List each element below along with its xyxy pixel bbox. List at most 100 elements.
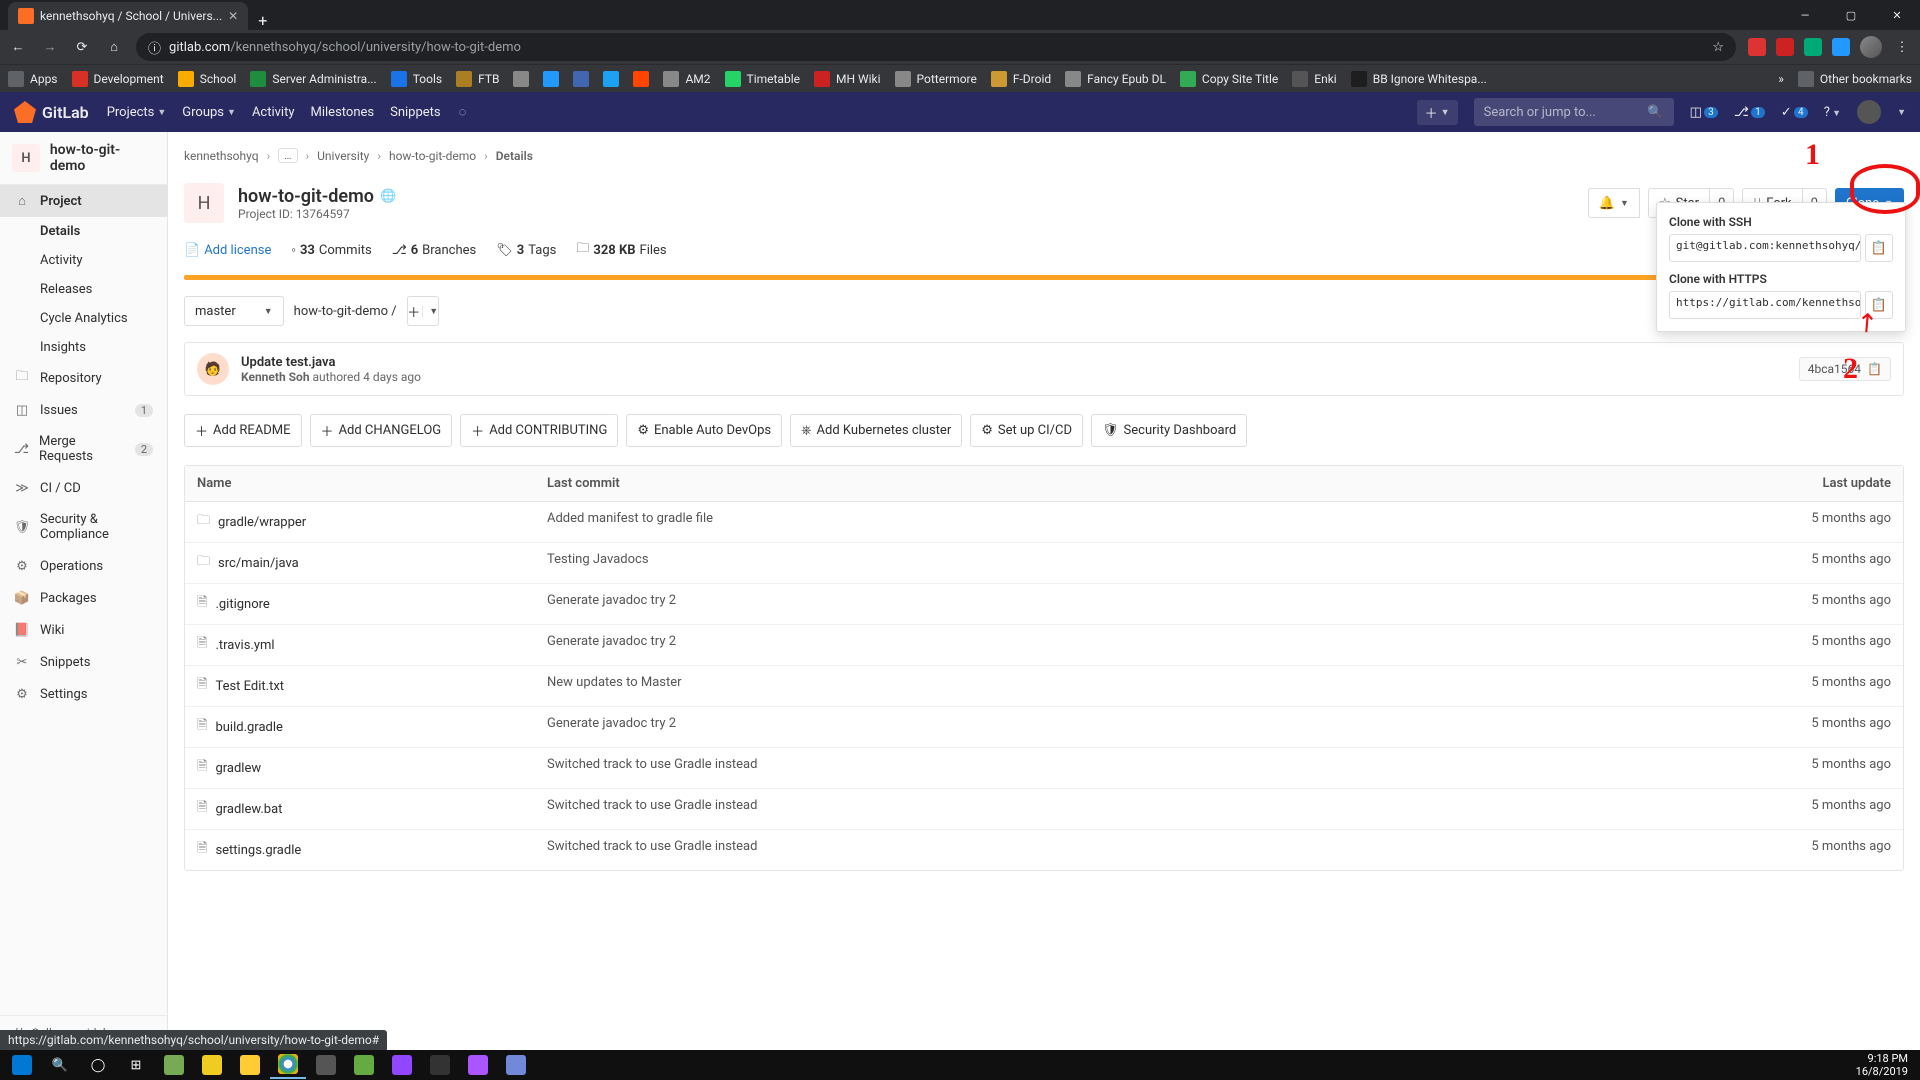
action-add-kubernetes-cluster[interactable]: ⎈Add Kubernetes cluster (790, 414, 962, 447)
copy-https-button[interactable]: 📋 (1865, 291, 1893, 319)
sidebar-sub-activity[interactable]: Activity (0, 246, 167, 275)
plus-dropdown[interactable]: ＋▼ (1417, 100, 1458, 125)
bookmarks-overflow[interactable]: » (1778, 72, 1784, 86)
nav-snippets[interactable]: Snippets (390, 105, 441, 120)
table-row[interactable]: 🗎build.gradleGenerate javadoc try 25 mon… (185, 707, 1903, 748)
sidebar-item-packages[interactable]: 📦Packages (0, 582, 167, 614)
home-button[interactable]: ⌂ (104, 37, 124, 57)
sidebar-item-operations[interactable]: ⚙Operations (0, 550, 167, 582)
help-icon[interactable]: ? ▼ (1824, 105, 1841, 120)
tab-close-icon[interactable]: ✕ (228, 9, 238, 23)
reload-button[interactable]: ⟳ (72, 37, 92, 57)
sidebar-item-security-compliance[interactable]: 🛡Security & Compliance (0, 504, 167, 550)
back-button[interactable]: ← (8, 37, 28, 57)
branches-stat[interactable]: ⎇ 6 Branches (392, 243, 477, 258)
bookmark-item[interactable] (633, 71, 649, 87)
nav-groups[interactable]: Groups ▼ (182, 105, 236, 120)
cortana-button[interactable]: ◯ (80, 1051, 116, 1079)
bookmark-item[interactable]: Copy Site Title (1180, 71, 1278, 87)
breadcrumb-item[interactable]: University (317, 149, 369, 163)
sidebar-sub-cycle-analytics[interactable]: Cycle Analytics (0, 304, 167, 333)
system-date[interactable]: 16/8/2019 (1856, 1065, 1908, 1078)
add-file-button[interactable]: ＋▼ (407, 296, 439, 326)
bookmark-item[interactable] (603, 71, 619, 87)
taskbar-app[interactable] (498, 1051, 534, 1079)
nav-milestones[interactable]: Milestones (311, 105, 375, 120)
sidebar-item-wiki[interactable]: 📕Wiki (0, 614, 167, 646)
site-info-icon[interactable]: ⓘ (148, 38, 161, 57)
issues-badge[interactable]: ◫3 (1690, 105, 1718, 120)
bookmark-item[interactable]: F-Droid (991, 71, 1051, 87)
table-row[interactable]: 🗎Test Edit.txtNew updates to Master5 mon… (185, 666, 1903, 707)
sidebar-item-issues[interactable]: ◫Issues1 (0, 394, 167, 426)
taskbar-app[interactable] (384, 1051, 420, 1079)
commit-hash[interactable]: 4bca1564 📋 (1799, 357, 1891, 381)
add-license-link[interactable]: 📄 Add license (184, 243, 271, 258)
sidebar-item-settings[interactable]: ⚙Settings (0, 678, 167, 710)
sidebar-sub-releases[interactable]: Releases (0, 275, 167, 304)
address-bar[interactable]: ⓘ gitlab.com/kennethsohyq/school/univers… (136, 33, 1736, 61)
menu-icon[interactable]: ⋮ (1892, 37, 1912, 57)
other-bookmarks[interactable]: Other bookmarks (1798, 71, 1912, 87)
taskbar-app[interactable] (460, 1051, 496, 1079)
action-security-dashboard[interactable]: 🛡Security Dashboard (1091, 414, 1247, 447)
taskbar-app[interactable] (194, 1051, 230, 1079)
bookmark-item[interactable]: School (178, 71, 237, 87)
start-button[interactable] (4, 1051, 40, 1079)
bookmark-item[interactable] (573, 71, 589, 87)
taskbar-app[interactable] (422, 1051, 458, 1079)
table-row[interactable]: 🗎.gitignoreGenerate javadoc try 25 month… (185, 584, 1903, 625)
bookmark-item[interactable]: Fancy Epub DL (1065, 71, 1166, 87)
bookmark-item[interactable]: Timetable (725, 71, 800, 87)
bookmark-item[interactable]: MH Wiki (814, 71, 881, 87)
table-row[interactable]: 🗀gradle/wrapperAdded manifest to gradle … (185, 502, 1903, 543)
taskbar-app[interactable] (156, 1051, 192, 1079)
browser-tab[interactable]: kennethsohyq / School / Univers... ✕ (8, 2, 248, 30)
path-root[interactable]: how-to-git-demo / (294, 304, 397, 319)
gitlab-logo[interactable]: GitLab (14, 101, 89, 123)
sidebar-item-repository[interactable]: 🗀Repository (0, 362, 167, 394)
copy-icon[interactable]: 📋 (1867, 362, 1882, 376)
sidebar-sub-insights[interactable]: Insights (0, 333, 167, 362)
extension-icon[interactable] (1804, 38, 1822, 56)
tags-stat[interactable]: 🏷 3 Tags (496, 243, 556, 258)
bookmark-item[interactable]: BB Ignore Whitespa... (1351, 71, 1487, 87)
clone-ssh-input[interactable]: git@gitlab.com:kennethsohyq/sch (1669, 234, 1861, 262)
search-input[interactable]: Search or jump to... 🔍 (1474, 98, 1674, 126)
bookmark-item[interactable]: Tools (391, 71, 442, 87)
nav-projects[interactable]: Projects ▼ (107, 105, 167, 120)
notifications-dropdown[interactable]: 🔔 ▼ (1588, 188, 1640, 218)
action-add-changelog[interactable]: ＋Add CHANGELOG (310, 414, 453, 447)
sidebar-item-snippets[interactable]: ✂Snippets (0, 646, 167, 678)
taskbar-app[interactable] (308, 1051, 344, 1079)
sidebar-sub-details[interactable]: Details (0, 217, 167, 246)
action-add-contributing[interactable]: ＋Add CONTRIBUTING (460, 414, 618, 447)
breadcrumb-ellipsis[interactable]: … (278, 148, 297, 163)
action-set-up-ci-cd[interactable]: ⚙Set up CI/CD (970, 414, 1083, 447)
table-row[interactable]: 🗎gradlewSwitched track to use Gradle ins… (185, 748, 1903, 789)
sidebar-project-title[interactable]: H how-to-git-demo (0, 132, 167, 185)
nav-activity[interactable]: Activity (252, 105, 295, 120)
new-tab-button[interactable]: + (248, 11, 277, 30)
commits-stat[interactable]: ◦ 33 Commits (291, 242, 371, 258)
extension-icon[interactable] (1776, 38, 1794, 56)
taskbar-app[interactable] (232, 1051, 268, 1079)
window-maximize[interactable]: ▢ (1828, 0, 1874, 30)
table-row[interactable]: 🗎.travis.ymlGenerate javadoc try 25 mont… (185, 625, 1903, 666)
search-button[interactable]: 🔍 (42, 1051, 78, 1079)
bookmark-item[interactable]: AM2 (663, 71, 710, 87)
bookmark-item[interactable]: FTB (456, 71, 499, 87)
profile-avatar[interactable] (1860, 36, 1882, 58)
sidebar-item-merge-requests[interactable]: ⎇Merge Requests2 (0, 426, 167, 472)
taskbar-chrome[interactable] (270, 1051, 306, 1079)
todos-badge[interactable]: ✓4 (1781, 105, 1808, 120)
breadcrumb-item[interactable]: kennethsohyq (184, 149, 259, 163)
forward-button[interactable]: → (40, 37, 60, 57)
bookmark-item[interactable]: Pottermore (895, 71, 977, 87)
bookmark-item[interactable]: Apps (8, 71, 58, 87)
table-row[interactable]: 🗎settings.gradleSwitched track to use Gr… (185, 830, 1903, 870)
star-icon[interactable]: ☆ (1712, 40, 1724, 55)
user-dropdown-icon[interactable]: ▼ (1897, 107, 1906, 118)
bookmark-item[interactable]: Development (72, 71, 164, 87)
bookmark-item[interactable] (513, 71, 529, 87)
